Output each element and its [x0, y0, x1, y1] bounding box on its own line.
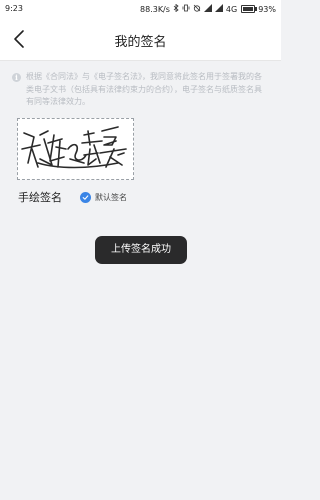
battery-icon — [241, 5, 258, 13]
handwritten-signature-label: 手绘签名 — [18, 191, 62, 204]
default-signature-label: 默认签名 — [95, 192, 127, 202]
status-time: 9:23 — [5, 4, 23, 13]
legal-notice: i 根据《合同法》与《电子签名法》，我同意将此签名用于签署我的各类电子文书（包括… — [12, 71, 269, 109]
default-signature-checkbox[interactable]: 默认签名 — [80, 191, 127, 203]
handwritten-signature — [21, 126, 127, 169]
legal-notice-text: 根据《合同法》与《电子签名法》，我同意将此签名用于签署我的各类电子文书（包括具有… — [26, 72, 262, 106]
alarm-off-icon — [193, 4, 201, 14]
status-bar: 9:23 88.3K/s 4G 93% — [0, 0, 281, 18]
signature-image[interactable] — [17, 118, 134, 180]
page-title: 我的签名 — [114, 35, 167, 50]
toast-message: 上传签名成功 — [95, 236, 187, 264]
network-type: 4G — [225, 4, 238, 14]
nav-bar: 我的签名 — [0, 18, 281, 61]
vibrate-icon — [182, 4, 190, 14]
signal-icon — [214, 4, 223, 14]
bluetooth-icon — [173, 3, 179, 14]
status-icons: 88.3K/s 4G 93% — [140, 3, 276, 14]
info-icon: i — [12, 73, 21, 82]
signature-row: 手绘签名 默认签名 — [18, 187, 268, 207]
battery-text: 93% — [258, 4, 276, 14]
checkmark-icon — [80, 191, 91, 203]
network-speed: 88.3K/s — [140, 4, 170, 14]
signal-icon — [203, 4, 212, 14]
